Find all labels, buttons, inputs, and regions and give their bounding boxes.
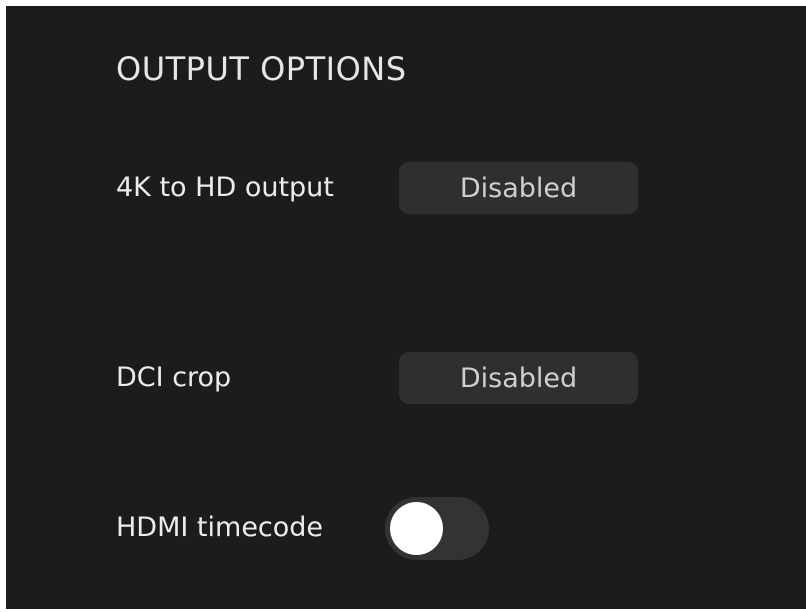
hdmi-timecode-label: HDMI timecode [116,512,324,543]
section-title: OUTPUT OPTIONS [116,50,407,88]
four-k-to-hd-output-button[interactable]: Disabled [399,162,638,214]
toggle-knob [390,502,443,555]
output-options-panel: OUTPUT OPTIONS 4K to HD output Disabled … [6,6,806,609]
four-k-to-hd-output-label: 4K to HD output [116,172,334,203]
dci-crop-label: DCI crop [116,362,232,393]
four-k-to-hd-output-value: Disabled [459,172,578,204]
dci-crop-value: Disabled [459,362,578,394]
hdmi-timecode-toggle[interactable] [385,497,489,560]
dci-crop-button[interactable]: Disabled [399,352,638,404]
